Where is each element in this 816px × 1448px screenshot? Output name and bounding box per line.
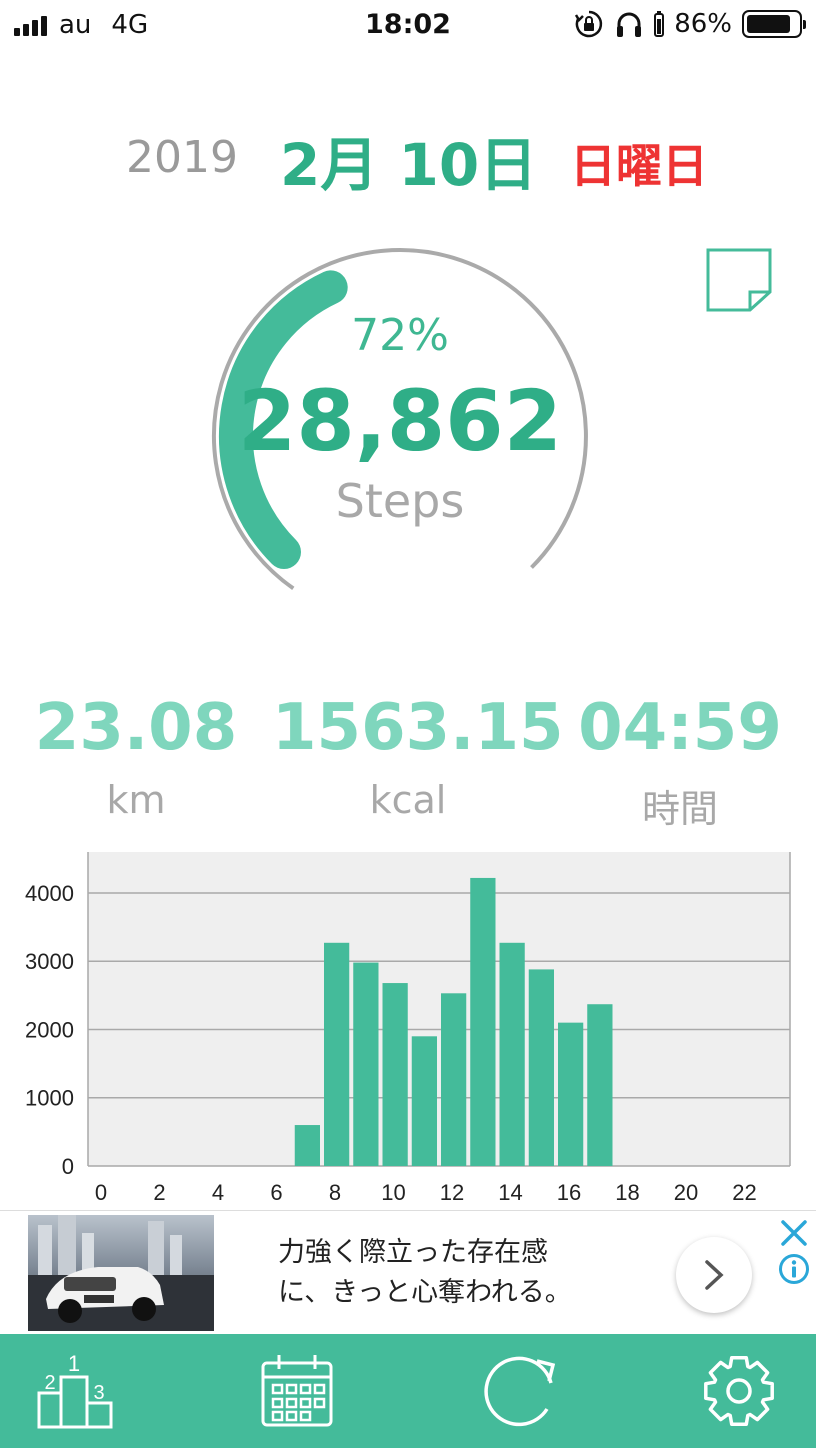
battery-small-icon [654, 11, 665, 37]
svg-text:1: 1 [68, 1351, 80, 1376]
chart-y-tick-label: 4000 [25, 881, 74, 906]
step-count: 28,862 [237, 372, 563, 470]
chart-y-tick-label: 3000 [25, 949, 74, 974]
chart-y-tick-label: 2000 [25, 1017, 74, 1042]
calories-value: 1563.15 [272, 691, 564, 765]
status-bar: au 4G 18:02 86% [0, 0, 816, 52]
chart-bar-hour-12 [441, 993, 467, 1166]
chart-bar-hour-8 [324, 942, 350, 1166]
chart-bar-hour-13 [470, 877, 496, 1166]
tab-refresh[interactable] [474, 1346, 564, 1436]
settings-icon [704, 1356, 774, 1426]
hourly-steps-chart: 0 1000 2000 3000 4000 0 2 4 6 8 10 12 14 16 18 20 22 [25, 852, 791, 1205]
tab-ranking[interactable]: 1 2 3 [30, 1346, 120, 1436]
chart-x-tick-label: 2 [153, 1180, 165, 1205]
refresh-icon [484, 1356, 556, 1427]
chart-x-tick-label: 16 [557, 1180, 581, 1205]
chart-x-tick-label: 20 [674, 1180, 698, 1205]
date-year: 2019 [126, 132, 238, 183]
calories-unit: kcal [369, 778, 447, 822]
ad-copy[interactable]: 力強く際立った存在感 に、きっと心奪われる。 [278, 1233, 572, 1313]
duration-value: 04:59 [578, 691, 782, 765]
chart-x-tick-label: 4 [212, 1180, 224, 1205]
chart-x-tick-label: 12 [440, 1180, 464, 1205]
svg-text:2: 2 [44, 1372, 55, 1394]
ranking-icon: 1 2 3 [37, 1351, 113, 1429]
chart-y-tick-label: 1000 [25, 1086, 74, 1111]
date-header: 2019 2月 10日 日曜日 [0, 118, 816, 199]
svg-text:3: 3 [93, 1382, 104, 1404]
distance-value: 23.08 [34, 691, 238, 765]
chart-y-tick-label: 0 [62, 1154, 74, 1179]
note-icon[interactable] [706, 248, 772, 312]
chart-bar-hour-17 [587, 1004, 613, 1166]
chart-x-tick-label: 18 [615, 1180, 639, 1205]
distance-unit: km [106, 778, 166, 822]
metric-duration: 04:59 時間 [544, 690, 816, 833]
gear-outline [704, 1356, 774, 1426]
close-icon[interactable] [778, 1217, 810, 1249]
steps-label: Steps [335, 474, 465, 528]
chart-x-tick-label: 0 [95, 1180, 107, 1205]
date-month-day[interactable]: 2月 10日 [280, 118, 537, 202]
chart-bar-hour-14 [499, 942, 525, 1166]
battery-percent: 86% [674, 9, 732, 39]
info-icon[interactable] [778, 1253, 810, 1285]
gear-hub [726, 1378, 752, 1404]
chart-x-tick-label: 14 [498, 1180, 522, 1205]
tab-bar: 1 2 3 [0, 1334, 816, 1448]
chevron-right-icon [705, 1260, 724, 1290]
chart-x-tick-label: 10 [381, 1180, 405, 1205]
headphones-icon [617, 12, 642, 37]
battery-icon [742, 10, 806, 38]
chart-x-tick-label: 8 [329, 1180, 341, 1205]
chart-bar-hour-15 [528, 969, 554, 1166]
goal-percent: 72% [351, 310, 449, 361]
date-weekday: 日曜日 [570, 139, 708, 193]
tab-settings[interactable] [694, 1346, 784, 1436]
ad-image[interactable] [28, 1215, 214, 1331]
chart-x-tick-label: 22 [732, 1180, 756, 1205]
chart-plot-area [88, 852, 790, 1166]
ad-line-1: 力強く際立った存在感 [278, 1237, 548, 1268]
chart-x-tick-label: 6 [270, 1180, 282, 1205]
chart-bar-hour-10 [382, 983, 408, 1166]
rotation-lock-icon [575, 10, 603, 38]
metric-calories: 1563.15 kcal [272, 690, 564, 822]
metric-distance: 23.08 km [0, 690, 272, 822]
chart-bar-hour-9 [353, 962, 379, 1166]
chart-bar-hour-16 [558, 1022, 584, 1166]
ad-banner[interactable]: 力強く際立った存在感 に、きっと心奪われる。 [0, 1210, 816, 1334]
calendar-icon [261, 1355, 333, 1427]
chart-bar-hour-7 [294, 1125, 320, 1166]
ad-line-2: に、きっと心奪われる。 [278, 1277, 572, 1308]
tab-calendar[interactable] [252, 1346, 342, 1436]
chart-bar-hour-11 [411, 1036, 437, 1166]
duration-unit: 時間 [641, 787, 718, 831]
ad-open-button[interactable] [676, 1237, 752, 1313]
